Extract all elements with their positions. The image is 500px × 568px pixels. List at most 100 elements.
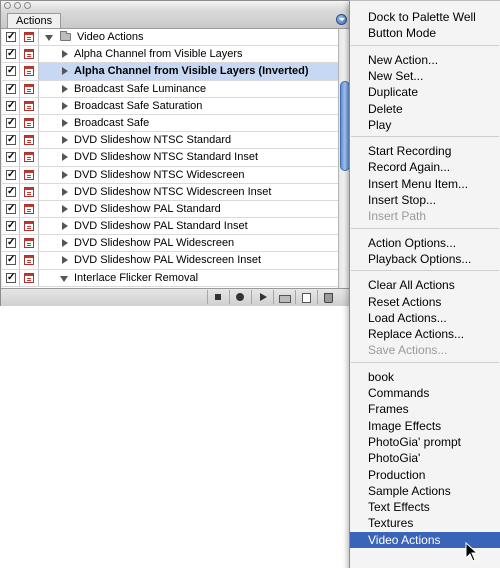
menu-item[interactable]: New Set... — [350, 68, 500, 84]
menu-item[interactable]: Record Again... — [350, 159, 500, 175]
toggle-checkbox[interactable]: ✓ — [6, 32, 16, 42]
menu-item[interactable]: Frames — [350, 401, 500, 417]
action-row[interactable]: ✓ DVD Slideshow NTSC Standard Inset — [2, 149, 338, 167]
expand-triangle-icon[interactable] — [62, 50, 68, 59]
menu-item[interactable]: Sample Actions — [350, 483, 500, 499]
dialog-toggle-icon[interactable] — [24, 203, 34, 214]
action-row[interactable]: ✓ Broadcast Safe — [2, 114, 338, 133]
action-row[interactable]: ✓ DVD Slideshow NTSC Widescreen — [2, 166, 338, 184]
menu-item[interactable]: Text Effects — [350, 499, 500, 515]
dialog-toggle-icon[interactable] — [24, 32, 34, 42]
expand-triangle-icon[interactable] — [62, 187, 68, 196]
minimize-icon[interactable] — [14, 2, 21, 9]
stop-icon[interactable] — [207, 290, 229, 304]
expand-triangle-icon[interactable] — [45, 35, 53, 41]
toggle-checkbox[interactable]: ✓ — [6, 221, 16, 232]
dialog-toggle-icon[interactable] — [24, 186, 34, 197]
toggle-checkbox[interactable]: ✓ — [6, 255, 16, 266]
toggle-checkbox[interactable]: ✓ — [6, 83, 16, 94]
actions-palette: Actions ✓ Video Actions ✓ Alpha Channel f… — [0, 0, 352, 306]
expand-triangle-icon[interactable] — [62, 67, 68, 76]
dialog-toggle-icon[interactable] — [24, 169, 34, 180]
action-row[interactable]: ✓ DVD Slideshow PAL Standard — [2, 200, 338, 219]
zoom-icon[interactable] — [24, 2, 31, 9]
record-icon[interactable] — [229, 290, 251, 304]
tab-actions[interactable]: Actions — [7, 13, 62, 28]
menu-item[interactable]: Image Effects — [350, 418, 500, 434]
expand-triangle-icon[interactable] — [62, 170, 68, 179]
action-row[interactable]: ✓ DVD Slideshow PAL Widescreen — [2, 235, 338, 253]
dialog-toggle-icon[interactable] — [24, 100, 34, 111]
toggle-checkbox[interactable]: ✓ — [6, 272, 16, 283]
action-row[interactable]: ✓ DVD Slideshow NTSC Widescreen Inset — [2, 183, 338, 201]
menu-item[interactable]: Replace Actions... — [350, 326, 500, 342]
dialog-toggle-icon[interactable] — [24, 117, 34, 128]
expand-triangle-icon[interactable] — [62, 153, 68, 162]
expand-triangle-icon[interactable] — [62, 204, 68, 213]
expand-triangle-icon[interactable] — [62, 256, 68, 265]
menu-item[interactable]: PhotoGia' — [350, 450, 500, 466]
menu-item[interactable]: Load Actions... — [350, 310, 500, 326]
expand-triangle-icon[interactable] — [62, 101, 68, 110]
action-set-row[interactable]: ✓ Video Actions — [2, 29, 338, 47]
menu-item[interactable]: Play — [350, 117, 500, 133]
toggle-checkbox[interactable]: ✓ — [6, 66, 16, 77]
action-row[interactable]: ✓ DVD Slideshow NTSC Standard — [2, 132, 338, 150]
toggle-checkbox[interactable]: ✓ — [6, 49, 16, 60]
menu-item[interactable]: Start Recording — [350, 143, 500, 159]
dialog-toggle-icon[interactable] — [24, 221, 34, 232]
toggle-checkbox[interactable]: ✓ — [6, 152, 16, 163]
dialog-toggle-icon[interactable] — [24, 272, 34, 283]
dialog-toggle-icon[interactable] — [24, 135, 34, 146]
menu-item[interactable]: Dock to Palette Well — [350, 9, 500, 25]
menu-item[interactable]: Delete — [350, 101, 500, 117]
menu-item[interactable]: Production — [350, 467, 500, 483]
toggle-checkbox[interactable]: ✓ — [6, 135, 16, 146]
trash-icon[interactable] — [317, 290, 339, 304]
menu-item[interactable]: book — [350, 369, 500, 385]
action-row[interactable]: ✓ DVD Slideshow PAL Widescreen Inset — [2, 252, 338, 270]
dialog-toggle-icon[interactable] — [24, 49, 34, 60]
menu-item[interactable]: Insert Menu Item... — [350, 176, 500, 192]
palette-menu-button[interactable] — [336, 14, 347, 25]
dialog-toggle-icon[interactable] — [24, 152, 34, 163]
menu-item[interactable]: New Action... — [350, 52, 500, 68]
expand-triangle-icon[interactable] — [60, 275, 68, 282]
action-row[interactable]: ✓ Alpha Channel from Visible Layers (Inve… — [2, 63, 338, 81]
expand-triangle-icon[interactable] — [62, 118, 68, 127]
action-row[interactable]: ✓ Alpha Channel from Visible Layers — [2, 46, 338, 64]
expand-triangle-icon[interactable] — [62, 222, 68, 231]
menu-item[interactable]: Action Options... — [350, 235, 500, 251]
expand-triangle-icon[interactable] — [62, 84, 68, 93]
action-row[interactable]: ✓ DVD Slideshow PAL Standard Inset — [2, 218, 338, 236]
new-action-icon[interactable] — [295, 290, 317, 304]
toggle-checkbox[interactable]: ✓ — [6, 169, 16, 180]
close-icon[interactable] — [4, 2, 11, 9]
action-row[interactable]: ✓ Broadcast Safe Luminance — [2, 80, 338, 98]
menu-item[interactable]: Commands — [350, 385, 500, 401]
toggle-checkbox[interactable]: ✓ — [6, 117, 16, 128]
menu-item[interactable]: Clear All Actions — [350, 277, 500, 293]
menu-item[interactable]: Textures — [350, 515, 500, 531]
dialog-toggle-icon[interactable] — [24, 255, 34, 266]
menu-item[interactable]: Insert Stop... — [350, 192, 500, 208]
dialog-toggle-icon[interactable] — [24, 83, 34, 94]
menu-item[interactable]: Duplicate — [350, 84, 500, 100]
dialog-toggle-icon[interactable] — [24, 66, 34, 77]
toggle-checkbox[interactable]: ✓ — [6, 203, 16, 214]
menu-item[interactable]: Button Mode — [350, 25, 500, 41]
action-row[interactable]: ✓ Interlace Flicker Removal — [2, 269, 338, 287]
toggle-checkbox[interactable]: ✓ — [6, 238, 16, 249]
palette-title-bar[interactable] — [1, 1, 351, 12]
action-row[interactable]: ✓ Broadcast Safe Saturation — [2, 97, 338, 115]
menu-item[interactable]: Playback Options... — [350, 251, 500, 267]
dialog-toggle-icon[interactable] — [24, 238, 34, 249]
expand-triangle-icon[interactable] — [62, 239, 68, 248]
new-set-icon[interactable] — [273, 290, 295, 304]
toggle-checkbox[interactable]: ✓ — [6, 100, 16, 111]
menu-item[interactable]: Reset Actions — [350, 294, 500, 310]
expand-triangle-icon[interactable] — [62, 136, 68, 145]
toggle-checkbox[interactable]: ✓ — [6, 186, 16, 197]
play-icon[interactable] — [251, 290, 273, 304]
menu-item[interactable]: PhotoGia' prompt — [350, 434, 500, 450]
